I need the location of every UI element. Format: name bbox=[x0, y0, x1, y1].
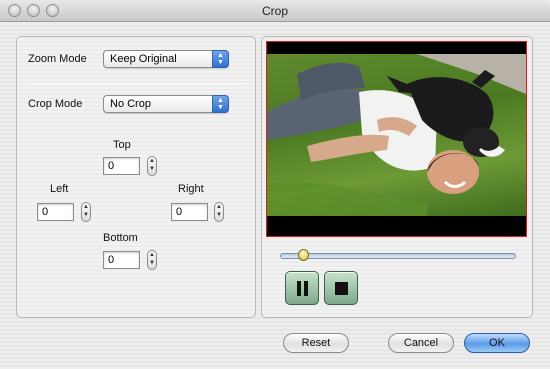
top-field[interactable]: 0 bbox=[103, 157, 140, 175]
video-preview bbox=[266, 41, 527, 237]
reset-button[interactable]: Reset bbox=[283, 333, 349, 353]
top-stepper[interactable]: ▲ ▼ bbox=[147, 156, 157, 176]
cancel-button[interactable]: Cancel bbox=[388, 333, 454, 353]
crop-mode-select[interactable]: No Crop ▲ ▼ bbox=[103, 95, 229, 113]
stop-button[interactable] bbox=[324, 271, 358, 305]
left-stepper[interactable]: ▲ ▼ bbox=[81, 202, 91, 222]
chevron-updown-icon: ▲ ▼ bbox=[212, 95, 229, 113]
playback-slider[interactable] bbox=[280, 253, 516, 259]
left-label: Left bbox=[50, 183, 69, 195]
video-frame bbox=[267, 54, 526, 216]
window-title: Crop bbox=[261, 4, 288, 18]
divider bbox=[28, 83, 247, 84]
video-frame-image bbox=[267, 54, 526, 216]
crop-mode-label: Crop Mode bbox=[28, 98, 83, 110]
title-bar: Crop bbox=[0, 0, 550, 22]
bottom-field[interactable]: 0 bbox=[103, 251, 140, 269]
right-field[interactable]: 0 bbox=[171, 203, 208, 221]
ok-button[interactable]: OK bbox=[464, 333, 530, 353]
right-stepper[interactable]: ▲ ▼ bbox=[214, 202, 224, 222]
settings-panel bbox=[16, 36, 256, 318]
zoom-mode-value: Keep Original bbox=[110, 53, 177, 65]
bottom-stepper[interactable]: ▲ ▼ bbox=[147, 250, 157, 270]
bottom-label: Bottom bbox=[103, 232, 138, 244]
pause-icon-bar bbox=[304, 281, 308, 296]
playback-slider-thumb[interactable] bbox=[298, 249, 309, 261]
zoom-mode-select[interactable]: Keep Original ▲ ▼ bbox=[103, 50, 229, 68]
right-label: Right bbox=[178, 183, 204, 195]
left-field[interactable]: 0 bbox=[37, 203, 74, 221]
zoom-mode-label: Zoom Mode bbox=[28, 53, 87, 65]
chevron-updown-icon: ▲ ▼ bbox=[212, 50, 229, 68]
stop-icon bbox=[335, 282, 348, 295]
top-label: Top bbox=[113, 139, 131, 151]
pause-button[interactable] bbox=[285, 271, 319, 305]
crop-mode-value: No Crop bbox=[110, 98, 151, 110]
pause-icon bbox=[297, 281, 301, 296]
